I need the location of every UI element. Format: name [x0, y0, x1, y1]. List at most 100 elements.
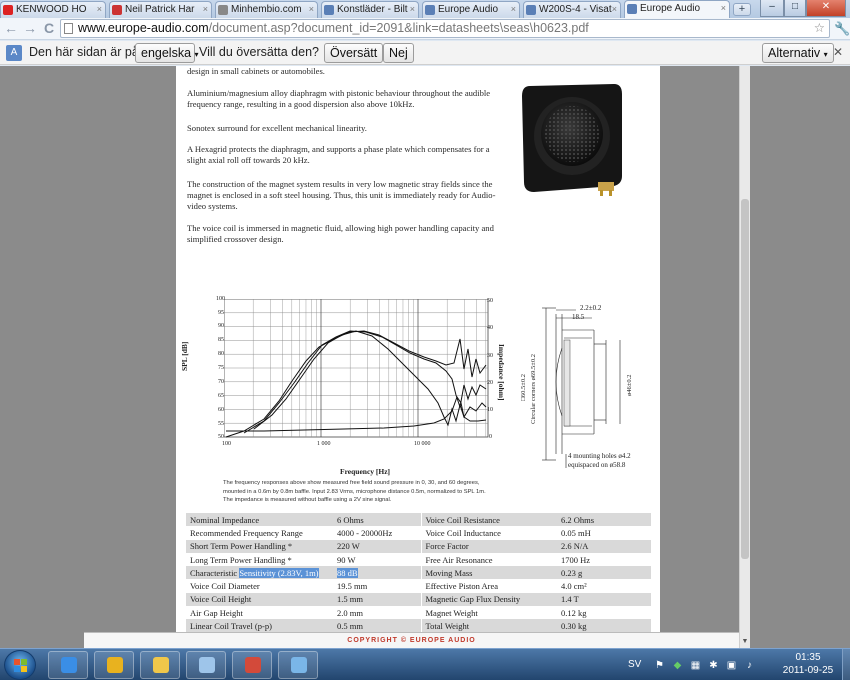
close-tab-icon[interactable]: ×: [511, 2, 516, 17]
tab-w200s[interactable]: W200S-4 - Visat ×: [523, 1, 621, 18]
close-window-button[interactable]: ✕: [806, 0, 846, 17]
reload-button[interactable]: C: [41, 20, 57, 38]
translate-icon: A: [6, 45, 22, 61]
spec-name: Force Factor: [420, 539, 557, 553]
minimize-button[interactable]: –: [760, 0, 784, 17]
device-icon[interactable]: ▣: [726, 660, 737, 671]
spec-name: Air Gap Height: [186, 606, 333, 620]
spec-row: Long Term Power Handling * 90 W Free Air R…: [186, 552, 651, 567]
y-tick: 60: [218, 407, 224, 413]
tab-europe-audio-active[interactable]: Europe Audio ×: [624, 0, 730, 18]
tab-neil-patrick[interactable]: Neil Patrick Har ×: [109, 1, 212, 18]
clock[interactable]: 01:35 2011-09-25: [778, 651, 838, 677]
tab-kenwood[interactable]: KENWOOD HO ×: [0, 1, 106, 18]
y-axis-title: SPL [dB]: [180, 341, 189, 371]
scrollbar[interactable]: ▼: [739, 66, 750, 648]
paragraph: Aluminium/magnesium alloy diaphragm with…: [187, 88, 491, 109]
favicon-icon: [3, 5, 13, 15]
address-bar[interactable]: www.europe-audio.com/document.asp?docume…: [60, 19, 830, 38]
dim-label-top2: 18.5: [572, 313, 585, 321]
clock-date: 2011-09-25: [782, 665, 834, 676]
new-tab-button[interactable]: +: [733, 3, 751, 16]
paragraph: design in small cabinets or automobiles.: [187, 66, 325, 76]
spec-value: 0.5 mm: [333, 619, 421, 632]
spec-value: 0.23 g: [557, 566, 651, 580]
bookmark-star-icon[interactable]: ☆: [814, 20, 825, 37]
spec-name: Total Weight: [420, 619, 557, 632]
start-button[interactable]: [4, 650, 36, 680]
language-select[interactable]: engelska ▾: [135, 43, 199, 63]
windows-logo-icon: [21, 666, 27, 672]
spec-value: 1700 Hz: [557, 552, 651, 567]
favicon-icon: [425, 5, 435, 15]
translate-button[interactable]: Översätt: [324, 43, 384, 63]
tab-label: Neil Patrick Har: [125, 4, 195, 15]
close-tab-icon[interactable]: ×: [309, 2, 314, 17]
no-button[interactable]: Nej: [383, 43, 414, 63]
dim-label-right: ø46±0.2: [626, 374, 633, 396]
volume-tray-icon[interactable]: ♪: [744, 660, 755, 671]
close-tab-icon[interactable]: ×: [410, 2, 415, 17]
translate-bar: A Den här sidan är på engelska ▾ Vill du…: [0, 41, 850, 65]
show-desktop-button[interactable]: [842, 649, 850, 680]
y2-tick: 50: [487, 298, 493, 304]
paragraph: The construction of the magnet system re…: [187, 179, 496, 211]
close-tab-icon[interactable]: ×: [721, 1, 726, 16]
itunes-icon: [61, 657, 77, 673]
spec-value: 19.5 mm: [333, 579, 421, 593]
taskbar-app-button[interactable]: [140, 651, 180, 679]
paragraph: A Hexagrid protects the diaphragm, and s…: [187, 144, 490, 165]
navigation-toolbar: ← → C www.europe-audio.com/document.asp?…: [0, 18, 850, 40]
taskbar-app-button[interactable]: [186, 651, 226, 679]
selected-text: 88 dB: [337, 567, 358, 578]
taskbar-app-button[interactable]: [232, 651, 272, 679]
bluetooth-icon[interactable]: ✱: [708, 660, 719, 671]
language-indicator[interactable]: SV: [628, 659, 641, 670]
favicon-icon: [627, 4, 637, 14]
forward-button[interactable]: →: [22, 20, 38, 38]
tab-label: Minhembio.com: [231, 4, 302, 15]
spec-value: 90 W: [333, 552, 421, 567]
y-tick: 95: [218, 310, 224, 316]
page-icon: [64, 23, 73, 34]
spec-name: Recommended Frequency Range: [186, 526, 333, 540]
tab-label: Europe Audio: [438, 4, 499, 15]
options-label: Alternativ: [768, 46, 821, 60]
spec-value: 2.0 mm: [333, 606, 421, 620]
network-tray-icon[interactable]: ▦: [690, 660, 701, 671]
close-tab-icon[interactable]: ×: [612, 2, 617, 17]
holes-label: 4 mounting holes ø4.2: [568, 452, 631, 460]
flag-icon[interactable]: ⚑: [654, 660, 665, 671]
spec-value: 0.30 kg: [557, 619, 651, 632]
spec-name: Voice Coil Resistance: [420, 513, 557, 527]
back-button[interactable]: ←: [3, 20, 19, 38]
tab-europe-audio-1[interactable]: Europe Audio ×: [422, 1, 520, 18]
scroll-down-arrow-icon[interactable]: ▼: [740, 638, 750, 648]
dim-label-left2: Circular corners ø69.5±0.2: [530, 354, 537, 424]
tab-minhembio[interactable]: Minhembio.com ×: [215, 1, 318, 18]
close-tab-icon[interactable]: ×: [97, 2, 102, 17]
y-tick: 55: [218, 421, 224, 427]
options-button[interactable]: Alternativ ▾: [762, 43, 834, 63]
spec-row: Voice Coil Height 1.5 mm Magnetic Gap Flux…: [186, 592, 651, 607]
taskbar-app-button[interactable]: [48, 651, 88, 679]
tab-label: KENWOOD HO: [16, 4, 87, 15]
favicon-icon: [526, 5, 536, 15]
spec-name: Magnetic Gap Flux Density: [420, 592, 557, 607]
spec-name-prefix: Characteristic: [190, 567, 240, 578]
close-tab-icon[interactable]: ×: [203, 2, 208, 17]
security-icon[interactable]: ◆: [672, 660, 683, 671]
spec-name: Moving Mass: [420, 566, 557, 580]
favicon-icon: [324, 5, 334, 15]
taskbar-app-button[interactable]: [94, 651, 134, 679]
scrollbar-thumb[interactable]: [741, 199, 749, 559]
tab-konstlader[interactable]: Konstläder - Bilt ×: [321, 1, 419, 18]
taskbar-app-button[interactable]: [278, 651, 318, 679]
close-translate-icon[interactable]: ✕: [833, 45, 843, 59]
spec-row: Air Gap Height 2.0 mm Magnet Weight 0.12 kg: [186, 606, 651, 620]
selected-text: Sensitivity (2.83V, 1m): [239, 567, 319, 578]
x-tick: 1 000: [317, 441, 331, 447]
wrench-icon[interactable]: 🔧: [834, 20, 850, 38]
y2-tick: 30: [487, 353, 493, 359]
maximize-button[interactable]: □: [784, 0, 806, 17]
